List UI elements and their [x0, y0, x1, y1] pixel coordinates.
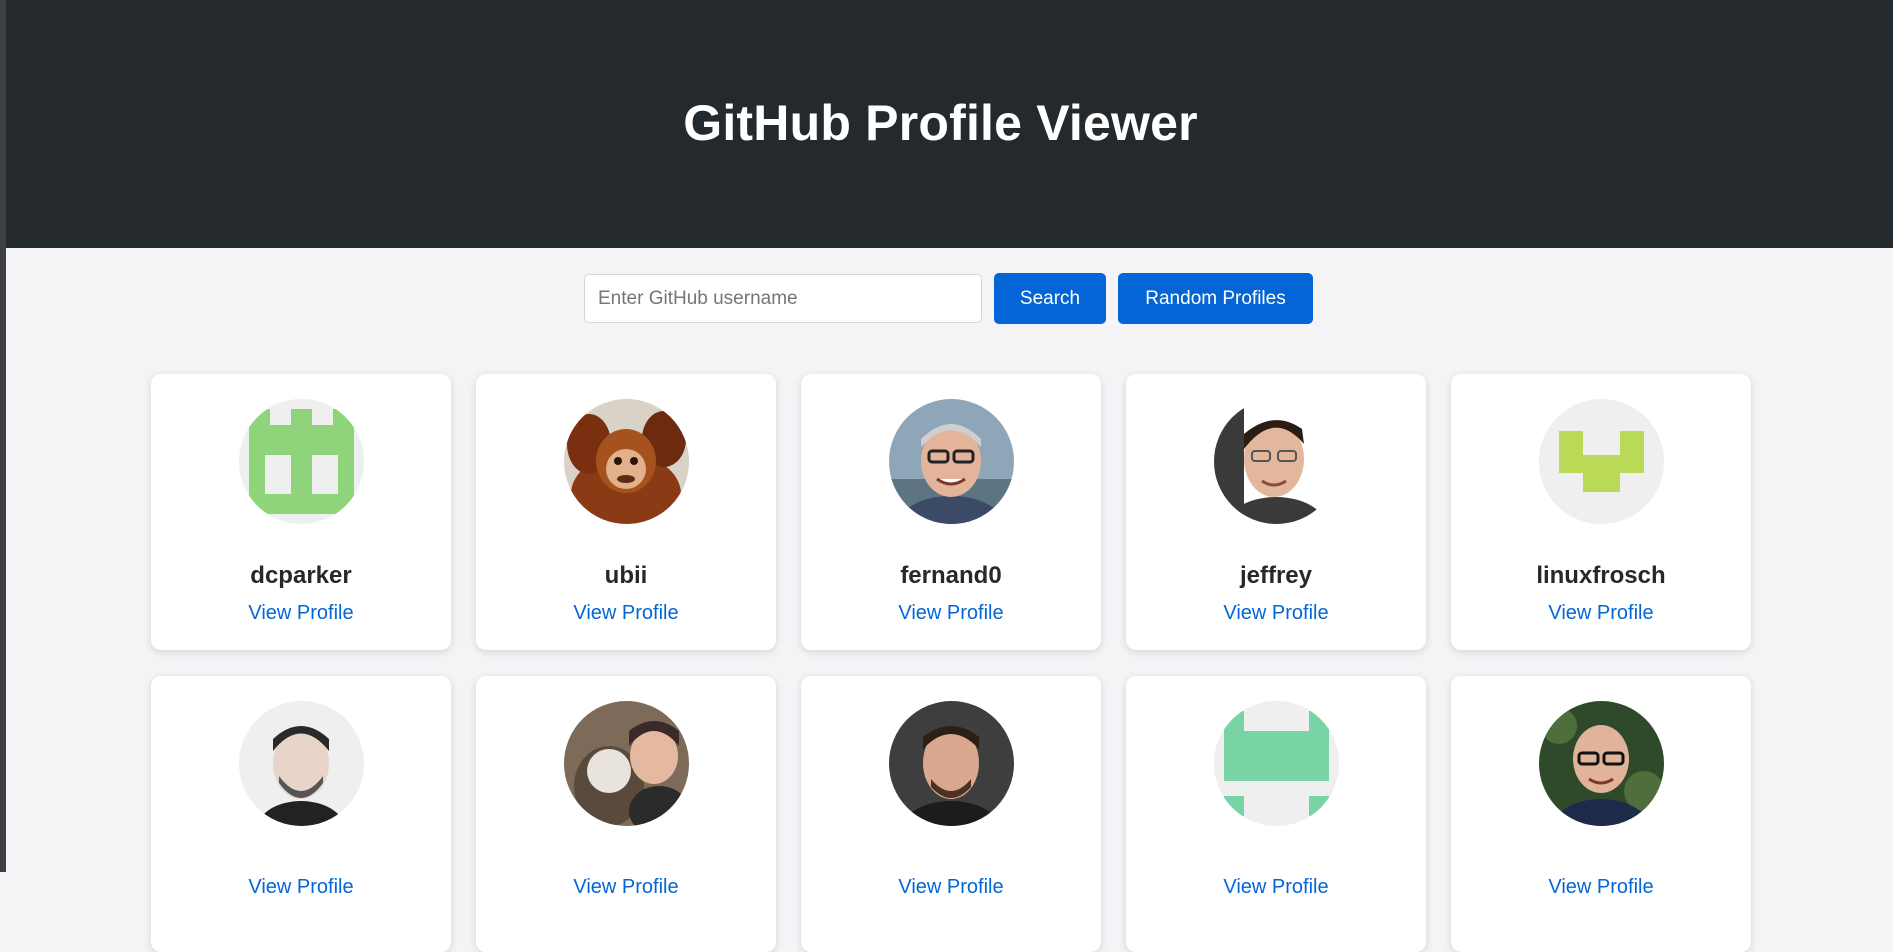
identicon-icon [1213, 701, 1339, 826]
profile-grid: dcparker View Profile ubii View Profile [151, 374, 1751, 952]
avatar [563, 399, 689, 524]
avatar [888, 399, 1014, 524]
view-profile-link[interactable]: View Profile [573, 875, 678, 899]
avatar [563, 701, 689, 826]
avatar [1538, 399, 1664, 524]
profile-username: ubii [604, 562, 648, 589]
profile-username: linuxfrosch [1536, 562, 1666, 589]
profile-card: dcparker View Profile [151, 374, 451, 650]
profile-card: View Profile [1451, 676, 1751, 952]
page-title: GitHub Profile Viewer [683, 95, 1198, 151]
avatar [238, 399, 364, 524]
person-photo-icon [1538, 701, 1664, 826]
app-header: GitHub Profile Viewer [6, 0, 1893, 248]
search-button[interactable]: Search [994, 273, 1106, 324]
view-profile-link[interactable]: View Profile [1223, 875, 1328, 899]
search-input[interactable] [584, 274, 982, 323]
avatar [1213, 701, 1339, 826]
person-photo-icon [888, 399, 1014, 524]
profile-card: View Profile [801, 676, 1101, 952]
person-with-dog-photo-icon [563, 701, 689, 826]
view-profile-link[interactable]: View Profile [1223, 601, 1328, 625]
profile-username: fernand0 [900, 562, 1002, 589]
profile-card: View Profile [151, 676, 451, 952]
orangutan-photo-icon [563, 399, 689, 524]
profile-card: ubii View Profile [476, 374, 776, 650]
view-profile-link[interactable]: View Profile [1548, 875, 1653, 899]
view-profile-link[interactable]: View Profile [1548, 601, 1653, 625]
avatar [888, 701, 1014, 826]
avatar [1538, 701, 1664, 826]
identicon-icon [1538, 399, 1664, 524]
profile-card: linuxfrosch View Profile [1451, 374, 1751, 650]
profile-card: View Profile [476, 676, 776, 952]
person-photo-icon [1213, 399, 1339, 524]
person-photo-icon [238, 701, 364, 826]
search-bar: Search Random Profiles [584, 273, 1313, 324]
profile-card: jeffrey View Profile [1126, 374, 1426, 650]
view-profile-link[interactable]: View Profile [898, 601, 1003, 625]
person-photo-icon [888, 701, 1014, 826]
identicon-icon [238, 399, 364, 524]
random-profiles-button[interactable]: Random Profiles [1118, 273, 1313, 324]
profile-username: dcparker [250, 562, 352, 589]
avatar [238, 701, 364, 826]
avatar [1213, 399, 1339, 524]
profile-card: View Profile [1126, 676, 1426, 952]
view-profile-link[interactable]: View Profile [573, 601, 678, 625]
profile-card: fernand0 View Profile [801, 374, 1101, 650]
profile-username: jeffrey [1239, 562, 1313, 589]
view-profile-link[interactable]: View Profile [248, 875, 353, 899]
view-profile-link[interactable]: View Profile [898, 875, 1003, 899]
view-profile-link[interactable]: View Profile [248, 601, 353, 625]
